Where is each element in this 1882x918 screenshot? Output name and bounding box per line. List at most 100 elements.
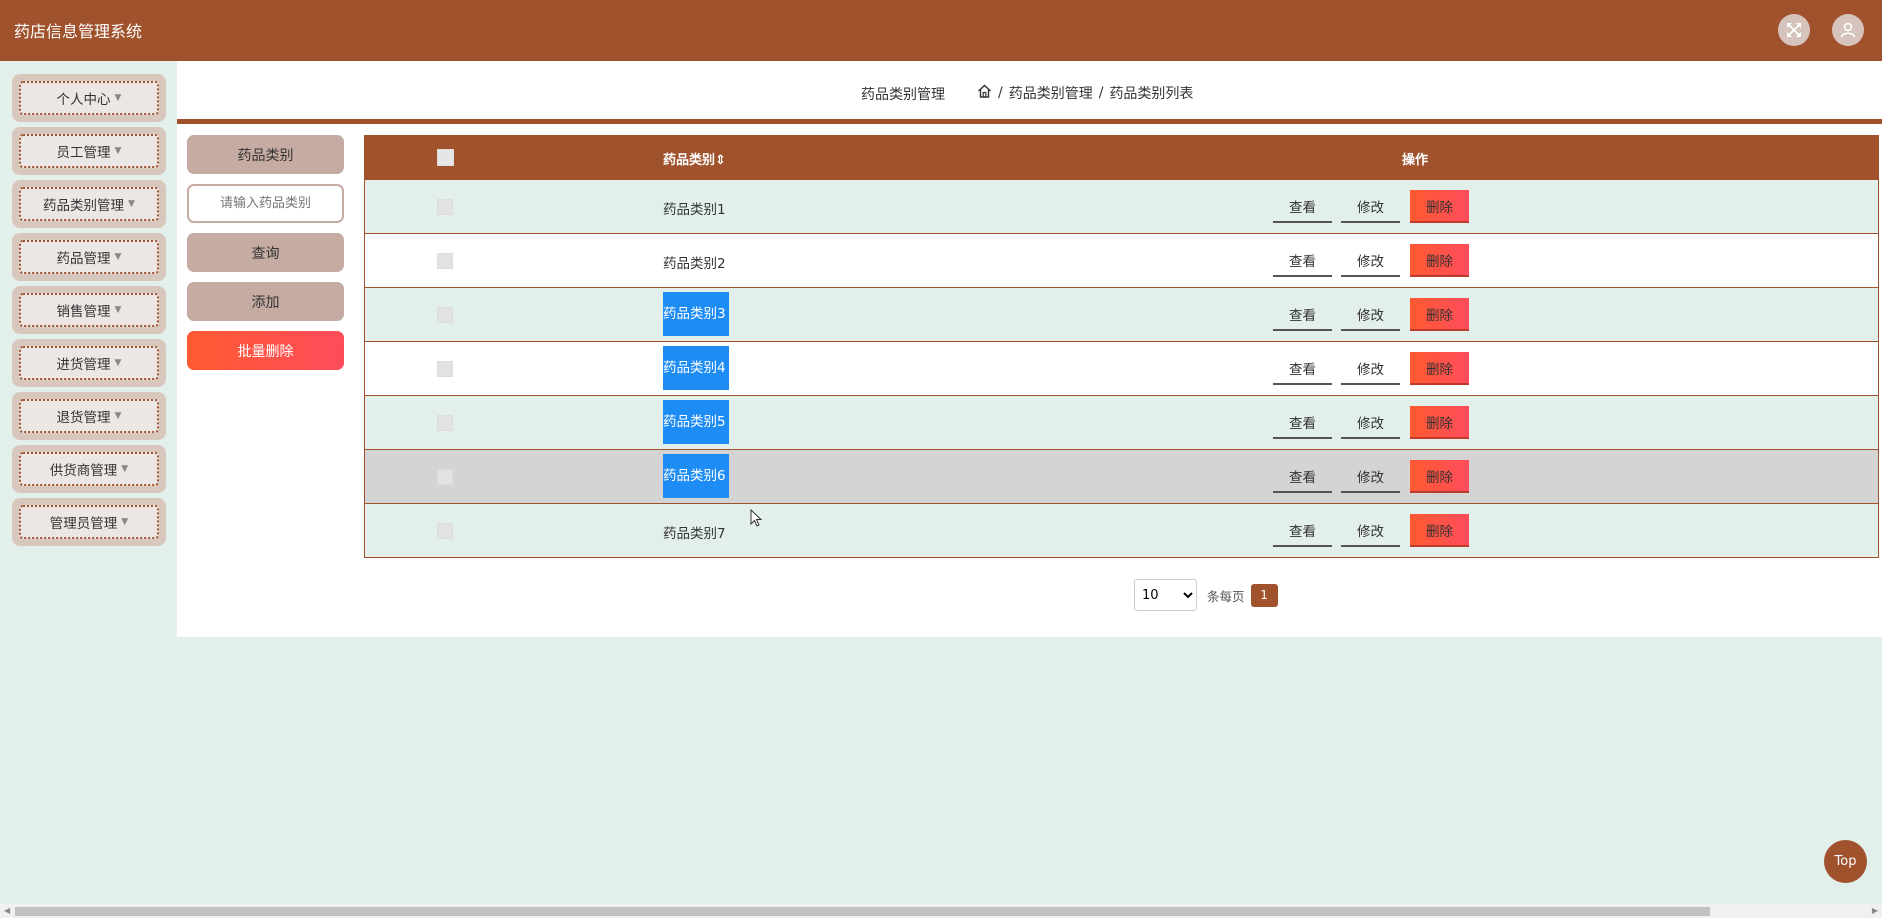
breadcrumb-item-category-management[interactable]: 药品类别管理 xyxy=(1009,83,1093,103)
top-bar: 药店信息管理系统 xyxy=(0,0,1882,61)
home-icon[interactable] xyxy=(977,84,992,102)
breadcrumb-item-category-list: 药品类别列表 xyxy=(1109,86,1194,102)
header-strip: 药品类别管理 / 药品类别管理 / 药品类别列表 xyxy=(177,61,1882,124)
batch-delete-button[interactable]: 批量删除 xyxy=(187,331,344,370)
row-checkbox[interactable] xyxy=(437,253,453,269)
category-name-cell: 药品类别3 xyxy=(663,292,729,336)
query-button[interactable]: 查询 xyxy=(187,233,344,272)
edit-button[interactable]: 修改 xyxy=(1341,514,1400,547)
pagination: 10 条每页 1 xyxy=(1134,579,1278,611)
sidebar-item-label: 进货管理 xyxy=(56,357,111,373)
page-title: 药品类别管理 xyxy=(861,87,945,103)
chevron-down-icon: ▼ xyxy=(114,93,122,103)
delete-button[interactable]: 删除 xyxy=(1410,190,1469,223)
table-header: 药品类别⇕ 操作 xyxy=(365,135,1878,179)
row-checkbox[interactable] xyxy=(437,199,453,215)
horizontal-scrollbar[interactable]: ◀ ▶ xyxy=(0,904,1882,918)
chevron-down-icon: ▼ xyxy=(114,146,122,156)
sidebar-item-button[interactable]: 员工管理 ▼ xyxy=(19,134,159,168)
view-button[interactable]: 查看 xyxy=(1273,460,1332,493)
scroll-left-icon[interactable]: ◀ xyxy=(4,906,10,915)
view-button[interactable]: 查看 xyxy=(1273,298,1332,331)
chevron-down-icon: ▼ xyxy=(121,464,129,474)
sidebar-item-button[interactable]: 销售管理 ▼ xyxy=(19,293,159,327)
app-title: 药店信息管理系统 xyxy=(14,22,143,41)
sidebar-item-button[interactable]: 退货管理 ▼ xyxy=(19,399,159,433)
sidebar-item-button[interactable]: 管理员管理 ▼ xyxy=(19,505,159,539)
category-name-cell: 药品类别7 xyxy=(663,526,726,542)
scroll-right-icon[interactable]: ▶ xyxy=(1872,906,1878,915)
sidebar-item-button[interactable]: 药品类别管理 ▼ xyxy=(19,187,159,221)
table-row[interactable]: 药品类别2 查看 修改 删除 xyxy=(365,233,1878,287)
view-button[interactable]: 查看 xyxy=(1273,244,1332,277)
page-size-select[interactable]: 10 xyxy=(1134,579,1197,611)
view-button[interactable]: 查看 xyxy=(1273,352,1332,385)
delete-button[interactable]: 删除 xyxy=(1410,406,1469,439)
sidebar-item[interactable]: 药品管理 ▼ xyxy=(12,233,166,281)
table-row[interactable]: 药品类别5 查看 修改 删除 xyxy=(365,395,1878,449)
table-body: 药品类别1 查看 修改 删除 药品类别2 查看 修改 删除 药品类别3 查看 修改 删除 药品类别4 查看… xyxy=(365,179,1878,557)
delete-button[interactable]: 删除 xyxy=(1410,244,1469,277)
table-row[interactable]: 药品类别1 查看 修改 删除 xyxy=(365,179,1878,233)
sidebar-item-button[interactable]: 供货商管理 ▼ xyxy=(19,452,159,486)
back-to-top-button[interactable]: Top xyxy=(1824,840,1867,883)
edit-button[interactable]: 修改 xyxy=(1341,352,1400,385)
column-header-operations: 操作 xyxy=(1402,153,1429,168)
scrollbar-thumb[interactable] xyxy=(15,907,1710,916)
table-row[interactable]: 药品类别7 查看 修改 删除 xyxy=(365,503,1878,557)
sidebar-item[interactable]: 管理员管理 ▼ xyxy=(12,498,166,546)
row-checkbox[interactable] xyxy=(437,523,453,539)
sidebar-item[interactable]: 员工管理 ▼ xyxy=(12,127,166,175)
category-name-cell: 药品类别2 xyxy=(663,256,726,272)
sidebar-item-label: 药品管理 xyxy=(56,251,111,267)
sort-icon[interactable]: ⇕ xyxy=(715,153,726,168)
table-row[interactable]: 药品类别4 查看 修改 删除 xyxy=(365,341,1878,395)
view-button[interactable]: 查看 xyxy=(1273,514,1332,547)
sidebar-item-label: 供货商管理 xyxy=(49,463,118,479)
sidebar-item-label: 退货管理 xyxy=(56,410,111,426)
delete-button[interactable]: 删除 xyxy=(1410,352,1469,385)
sidebar-item[interactable]: 退货管理 ▼ xyxy=(12,392,166,440)
page-number-current[interactable]: 1 xyxy=(1250,583,1278,607)
view-button[interactable]: 查看 xyxy=(1273,406,1332,439)
delete-button[interactable]: 删除 xyxy=(1410,298,1469,331)
main-panel: 药品类别管理 / 药品类别管理 / 药品类别列表 药品类别 查询 添加 批量删除… xyxy=(177,61,1882,637)
edit-button[interactable]: 修改 xyxy=(1341,298,1400,331)
sidebar-item-button[interactable]: 个人中心 ▼ xyxy=(19,81,159,115)
sidebar-item[interactable]: 进货管理 ▼ xyxy=(12,339,166,387)
category-name-cell: 药品类别6 xyxy=(663,454,729,498)
delete-button[interactable]: 删除 xyxy=(1410,514,1469,547)
chevron-down-icon: ▼ xyxy=(114,252,122,262)
edit-button[interactable]: 修改 xyxy=(1341,190,1400,223)
row-checkbox[interactable] xyxy=(437,469,453,485)
view-button[interactable]: 查看 xyxy=(1273,190,1332,223)
table-row[interactable]: 药品类别3 查看 修改 删除 xyxy=(365,287,1878,341)
select-all-checkbox[interactable] xyxy=(437,149,454,166)
fullscreen-icon[interactable] xyxy=(1778,14,1810,46)
breadcrumb: / 药品类别管理 / 药品类别列表 xyxy=(977,83,1193,103)
breadcrumb-separator: / xyxy=(1098,85,1104,101)
table-row[interactable]: 药品类别6 查看 修改 删除 xyxy=(365,449,1878,503)
sidebar-item[interactable]: 销售管理 ▼ xyxy=(12,286,166,334)
edit-button[interactable]: 修改 xyxy=(1341,460,1400,493)
sidebar-item[interactable]: 供货商管理 ▼ xyxy=(12,445,166,493)
sidebar-item[interactable]: 个人中心 ▼ xyxy=(12,74,166,122)
edit-button[interactable]: 修改 xyxy=(1341,244,1400,277)
sidebar-item-label: 销售管理 xyxy=(56,304,111,320)
category-search-input[interactable] xyxy=(187,184,344,223)
row-checkbox[interactable] xyxy=(437,361,453,377)
breadcrumb-separator: / xyxy=(998,85,1003,101)
sidebar-item-button[interactable]: 药品管理 ▼ xyxy=(19,240,159,274)
delete-button[interactable]: 删除 xyxy=(1410,460,1469,493)
sidebar-item[interactable]: 药品类别管理 ▼ xyxy=(12,180,166,228)
user-avatar-icon[interactable] xyxy=(1832,14,1864,46)
column-header-category[interactable]: 药品类别⇕ xyxy=(663,149,726,168)
edit-button[interactable]: 修改 xyxy=(1341,406,1400,439)
add-button[interactable]: 添加 xyxy=(187,282,344,321)
row-checkbox[interactable] xyxy=(437,415,453,431)
chevron-down-icon: ▼ xyxy=(114,358,122,368)
row-checkbox[interactable] xyxy=(437,307,453,323)
sidebar: 个人中心 ▼ 员工管理 ▼ 药品类别管理 ▼ 药品管理 ▼ 销售管理 ▼ 进货管理 ▼ 退货管理 ▼ 供货商… xyxy=(12,74,166,551)
chevron-down-icon: ▼ xyxy=(114,411,122,421)
sidebar-item-button[interactable]: 进货管理 ▼ xyxy=(19,346,159,380)
